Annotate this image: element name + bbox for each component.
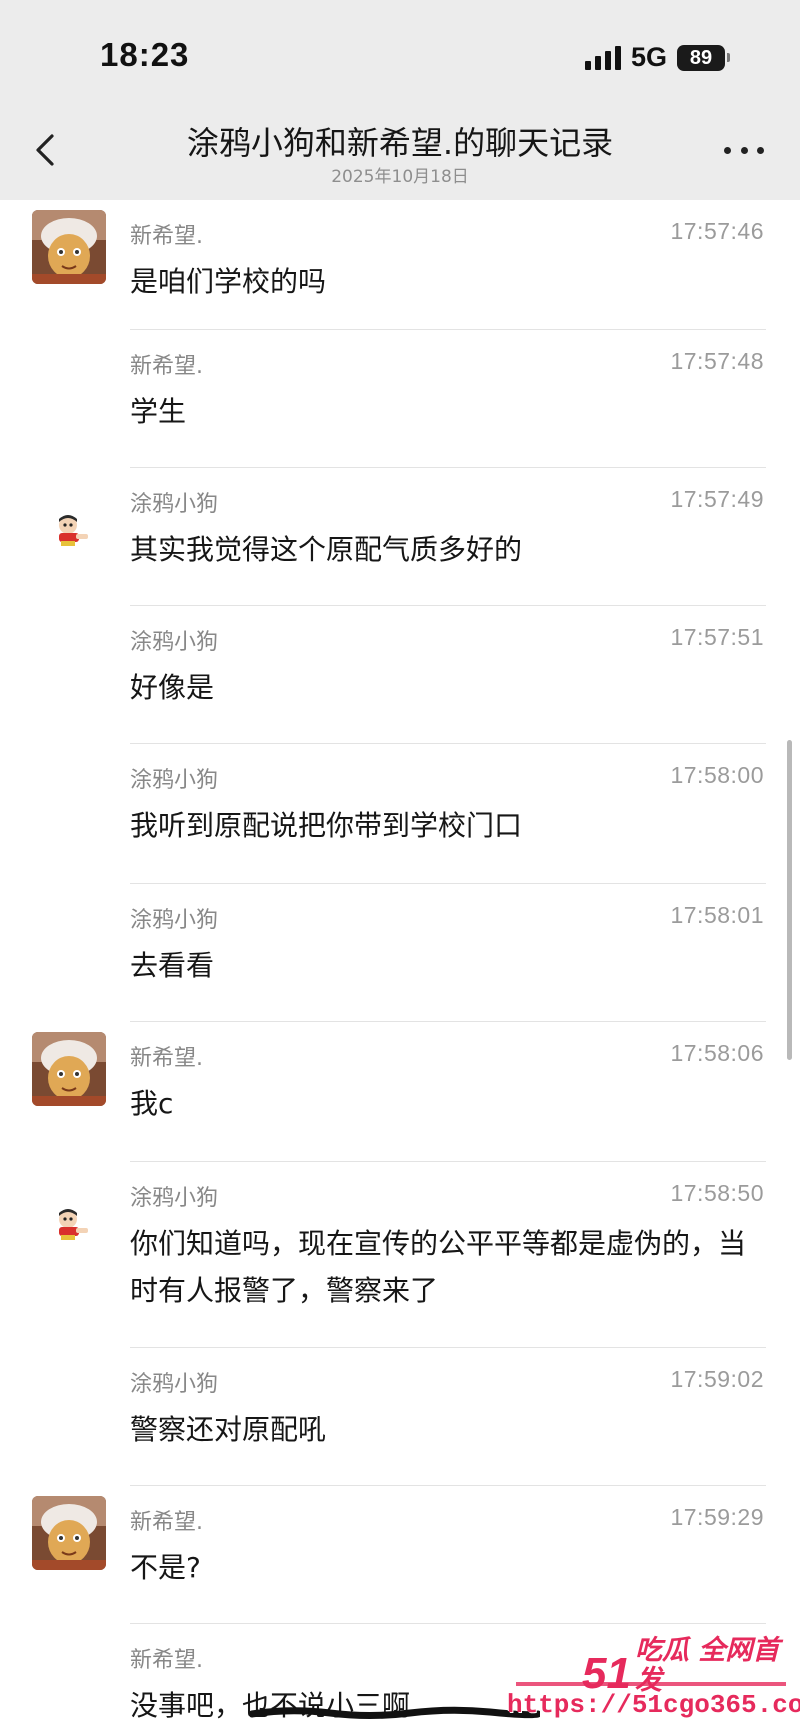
- message-item: 涂鸦小狗 17:58:50 你们知道吗，现在宣传的公平平等都是虚伪的，当时有人报…: [0, 1162, 800, 1348]
- message-item: 新希望. 17:59:29 不是?: [0, 1486, 800, 1624]
- avatar-xinxiwang[interactable]: [32, 210, 106, 284]
- page-title: 涂鸦小狗和新希望.的聊天记录: [186, 124, 614, 162]
- message-item: 新希望. 17:57:48 学生: [0, 330, 800, 468]
- message-text: 我听到原配说把你带到学校门口: [130, 809, 523, 842]
- message-text: 我c: [130, 1087, 174, 1120]
- status-time: 18:23: [100, 36, 190, 73]
- message-text: 你们知道吗，现在宣传的公平平等都是虚伪的，当时有人报警了，警察来了: [130, 1227, 747, 1307]
- message-time: 17:58:01: [670, 902, 764, 928]
- message-sender: 新希望.: [130, 1046, 203, 1071]
- message-time: 17:59:02: [670, 1366, 764, 1392]
- message-time: 17:57:48: [670, 348, 764, 374]
- message-sender: 涂鸦小狗: [130, 630, 219, 655]
- message-sender: 新希望.: [130, 354, 203, 379]
- avatar-xinxiwang[interactable]: [32, 1496, 106, 1570]
- message-time: 17:57:49: [670, 486, 764, 512]
- page-subtitle-date: 2025年10月18日: [331, 167, 469, 187]
- message-sender: 涂鸦小狗: [130, 1372, 219, 1397]
- message-sender: 涂鸦小狗: [130, 768, 219, 793]
- watermark-url: https://51cgo365.com: [507, 1690, 800, 1720]
- more-options-icon[interactable]: [724, 140, 764, 160]
- message-item: 新希望. 17:58:06 我c: [0, 1022, 800, 1162]
- message-sender: 涂鸦小狗: [130, 492, 219, 517]
- message-sender: 新希望.: [130, 1510, 203, 1535]
- watermark-brand: 51 吃瓜 全网首发: [582, 1636, 800, 1696]
- message-time: 17:58:00: [670, 762, 764, 788]
- signal-icon: [584, 45, 621, 70]
- top-bar: 18:23 5G 89 涂鸦小狗和新希望.的聊天记录 2025年10月18日: [0, 0, 800, 200]
- message-item: 涂鸦小狗 17:57:49 其实我觉得这个原配气质多好的: [0, 468, 800, 606]
- message-time: 17:57:51: [670, 624, 764, 650]
- avatar-tuyaxiaogou[interactable]: [50, 514, 90, 548]
- message-item: 新希望. 17:57:46 是咱们学校的吗: [0, 200, 800, 330]
- message-item: 涂鸦小狗 17:58:00 我听到原配说把你带到学校门口: [0, 744, 800, 884]
- message-text: 好像是: [130, 671, 215, 704]
- message-text: 学生: [130, 395, 187, 428]
- message-text: 其实我觉得这个原配气质多好的: [130, 533, 523, 566]
- message-text: 去看看: [130, 949, 215, 982]
- message-sender: 新希望.: [130, 1648, 203, 1673]
- message-sender: 新希望.: [130, 224, 203, 249]
- watermark-underline: [516, 1682, 786, 1686]
- network-label: 5G: [630, 42, 667, 72]
- message-text: 是咱们学校的吗: [130, 265, 327, 298]
- status-indicators: 5G 89: [584, 42, 730, 73]
- message-time: 17:59:29: [670, 1504, 764, 1530]
- message-time: 17:58:50: [670, 1180, 764, 1206]
- message-item: 涂鸦小狗 17:58:01 去看看: [0, 884, 800, 1022]
- message-time: 17:57:46: [670, 218, 764, 244]
- watermark-tagline: 吃瓜 全网首发: [634, 1635, 780, 1696]
- battery-icon: 89: [677, 44, 730, 71]
- message-sender: 涂鸦小狗: [130, 1186, 219, 1211]
- avatar-tuyaxiaogou[interactable]: [50, 1208, 90, 1242]
- battery-level: 89: [677, 44, 725, 71]
- message-text: 不是?: [130, 1551, 201, 1584]
- message-item: 涂鸦小狗 17:57:51 好像是: [0, 606, 800, 744]
- message-text: 警察还对原配吼: [130, 1413, 327, 1446]
- chat-history-screen: 18:23 5G 89 涂鸦小狗和新希望.的聊天记录 2025年10月18日 新…: [0, 0, 800, 1736]
- avatar-xinxiwang[interactable]: [32, 1032, 106, 1106]
- scrollbar[interactable]: [787, 740, 792, 1060]
- message-time: 17:58:06: [670, 1040, 764, 1066]
- message-item: 涂鸦小狗 17:59:02 警察还对原配吼: [0, 1348, 800, 1486]
- redaction-scribble: [250, 1706, 540, 1719]
- message-sender: 涂鸦小狗: [130, 908, 219, 933]
